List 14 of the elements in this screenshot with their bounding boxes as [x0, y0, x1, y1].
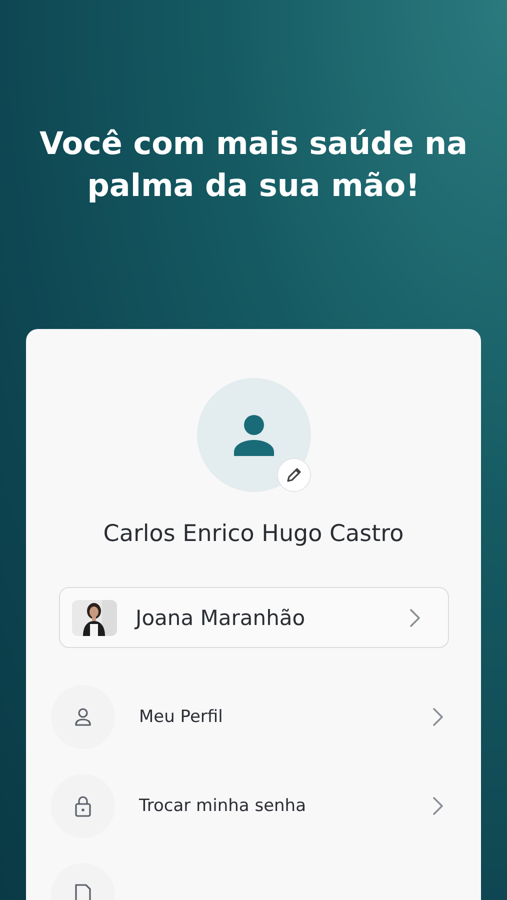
- menu-item[interactable]: Meu Perfil: [26, 685, 481, 749]
- pencil-icon: [286, 467, 302, 483]
- dependent-button[interactable]: Joana Maranhão: [58, 587, 448, 648]
- person-icon: [74, 707, 92, 727]
- headline: Você com mais saúde na palma da sua mão!: [38, 125, 469, 206]
- edit-button[interactable]: [276, 458, 310, 492]
- person-icon: [232, 413, 276, 457]
- user-name: Carlos Enrico Hugo Castro: [103, 521, 404, 547]
- chevron-icon: [433, 708, 443, 726]
- lock-icon: [74, 795, 92, 817]
- document-icon: [74, 884, 92, 900]
- chevron-icon: [433, 797, 443, 815]
- chevron-icon: [410, 608, 420, 626]
- menu-item[interactable]: Trocar minha senha: [26, 774, 481, 838]
